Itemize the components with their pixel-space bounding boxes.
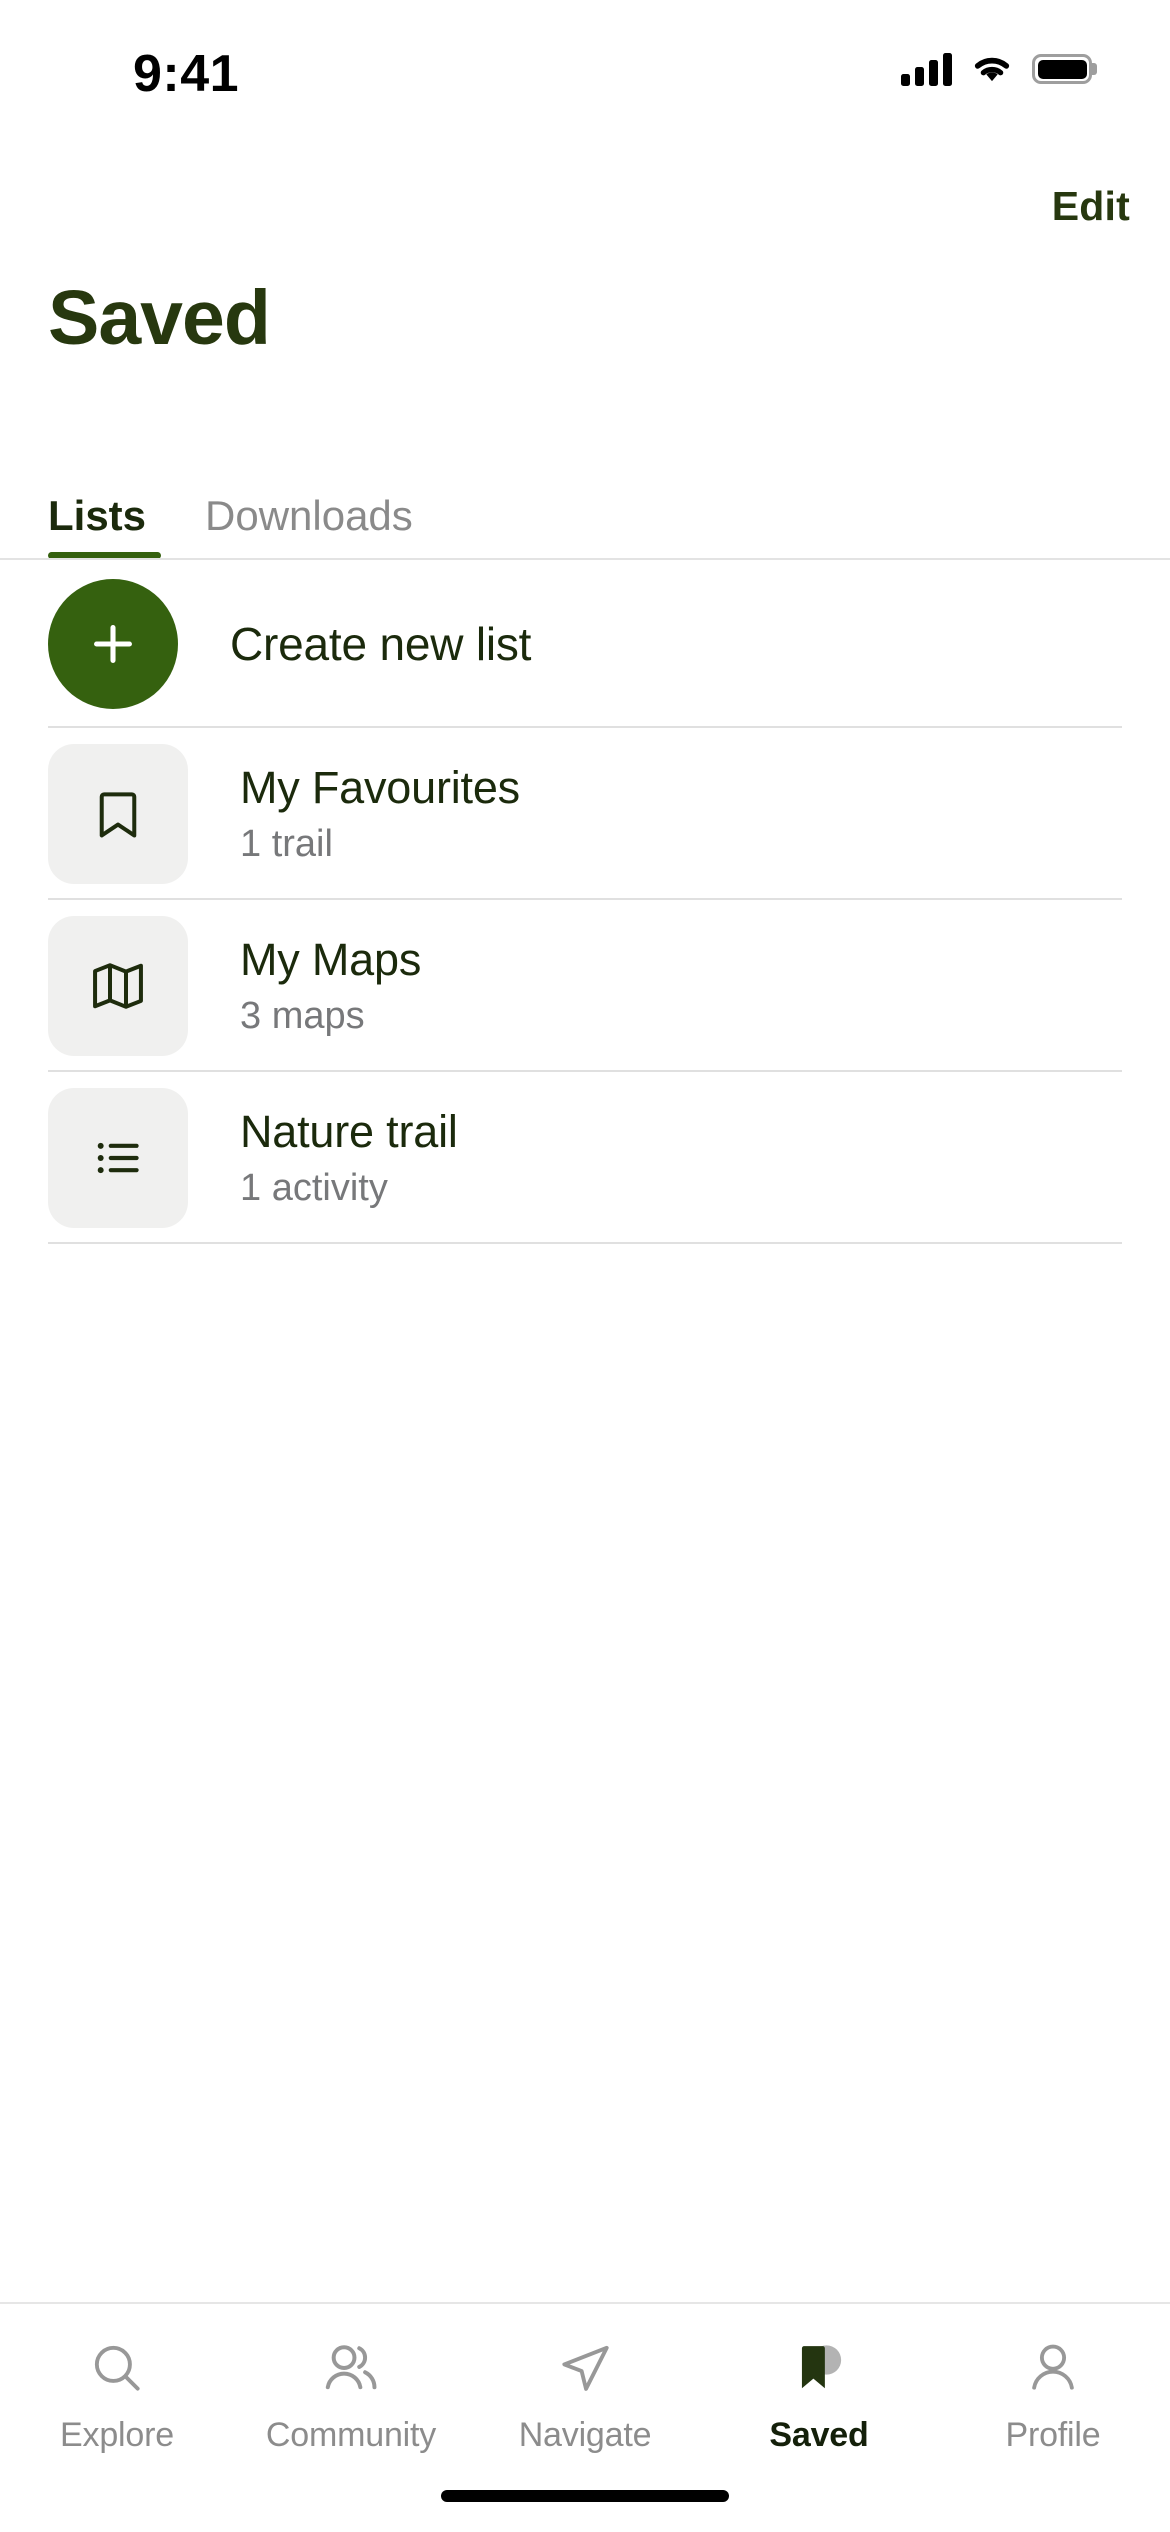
search-icon bbox=[71, 2330, 163, 2406]
bottom-tab-label: Navigate bbox=[518, 2416, 652, 2454]
create-new-list-row[interactable]: Create new list bbox=[0, 560, 1170, 728]
bottom-tab-saved[interactable]: Saved bbox=[702, 2304, 936, 2455]
list-item-my-maps[interactable]: My Maps 3 maps bbox=[0, 900, 1170, 1072]
list-bullet-icon bbox=[48, 1088, 188, 1228]
bottom-tab-label: Saved bbox=[769, 2416, 869, 2454]
page-title: Saved bbox=[48, 275, 271, 361]
map-icon bbox=[48, 916, 188, 1056]
status-bar: 9:41 bbox=[0, 0, 1170, 140]
list-item-subtitle: 3 maps bbox=[240, 994, 365, 1037]
battery-full-icon bbox=[1032, 54, 1097, 84]
tab-lists[interactable]: Lists bbox=[48, 472, 146, 560]
status-bar-time: 9:41 bbox=[133, 45, 240, 103]
bottom-tab-navigate[interactable]: Navigate bbox=[468, 2304, 702, 2455]
bookmark-icon bbox=[48, 744, 188, 884]
list-item-title: My Maps bbox=[240, 934, 422, 986]
navigate-icon bbox=[539, 2330, 631, 2406]
list-item-title: My Favourites bbox=[240, 762, 520, 814]
segment-tab-bar: Lists Downloads bbox=[0, 472, 1170, 560]
bottom-tab-profile[interactable]: Profile bbox=[936, 2304, 1170, 2455]
saved-lists: Create new list My Favourites 1 trail My… bbox=[0, 560, 1170, 1244]
list-item-text: My Maps 3 maps bbox=[240, 934, 421, 1038]
edit-button[interactable]: Edit bbox=[1052, 183, 1130, 230]
list-item-nature-trail[interactable]: Nature trail 1 activity bbox=[0, 1072, 1170, 1244]
people-icon bbox=[305, 2330, 397, 2406]
plus-icon bbox=[48, 579, 178, 709]
home-indicator bbox=[441, 2490, 729, 2502]
create-new-list-label: Create new list bbox=[230, 617, 532, 670]
list-item-text: My Favourites 1 trail bbox=[240, 762, 520, 866]
phone-screen: 9:41 Edit Saved Lists Downloads Create n… bbox=[0, 0, 1170, 2532]
bottom-tab-label: Explore bbox=[60, 2416, 174, 2454]
bottom-tab-label: Profile bbox=[1005, 2416, 1101, 2454]
bottom-tab-community[interactable]: Community bbox=[234, 2304, 468, 2455]
cellular-bars-icon bbox=[901, 52, 952, 86]
list-item-subtitle: 1 activity bbox=[240, 1166, 388, 1209]
person-icon bbox=[1007, 2330, 1099, 2406]
row-divider bbox=[48, 1242, 1122, 1244]
list-item-subtitle: 1 trail bbox=[240, 822, 333, 865]
status-bar-indicators bbox=[901, 46, 1097, 92]
list-item-text: Nature trail 1 activity bbox=[240, 1106, 458, 1210]
list-item-my-favourites[interactable]: My Favourites 1 trail bbox=[0, 728, 1170, 900]
bottom-tab-explore[interactable]: Explore bbox=[0, 2304, 234, 2455]
bookmark-filled-icon bbox=[773, 2330, 865, 2406]
bottom-tab-label: Community bbox=[265, 2416, 437, 2454]
wifi-icon bbox=[974, 57, 1010, 82]
create-new-list-text: Create new list bbox=[230, 618, 531, 671]
tab-downloads[interactable]: Downloads bbox=[205, 472, 413, 560]
list-item-title: Nature trail bbox=[240, 1106, 458, 1158]
